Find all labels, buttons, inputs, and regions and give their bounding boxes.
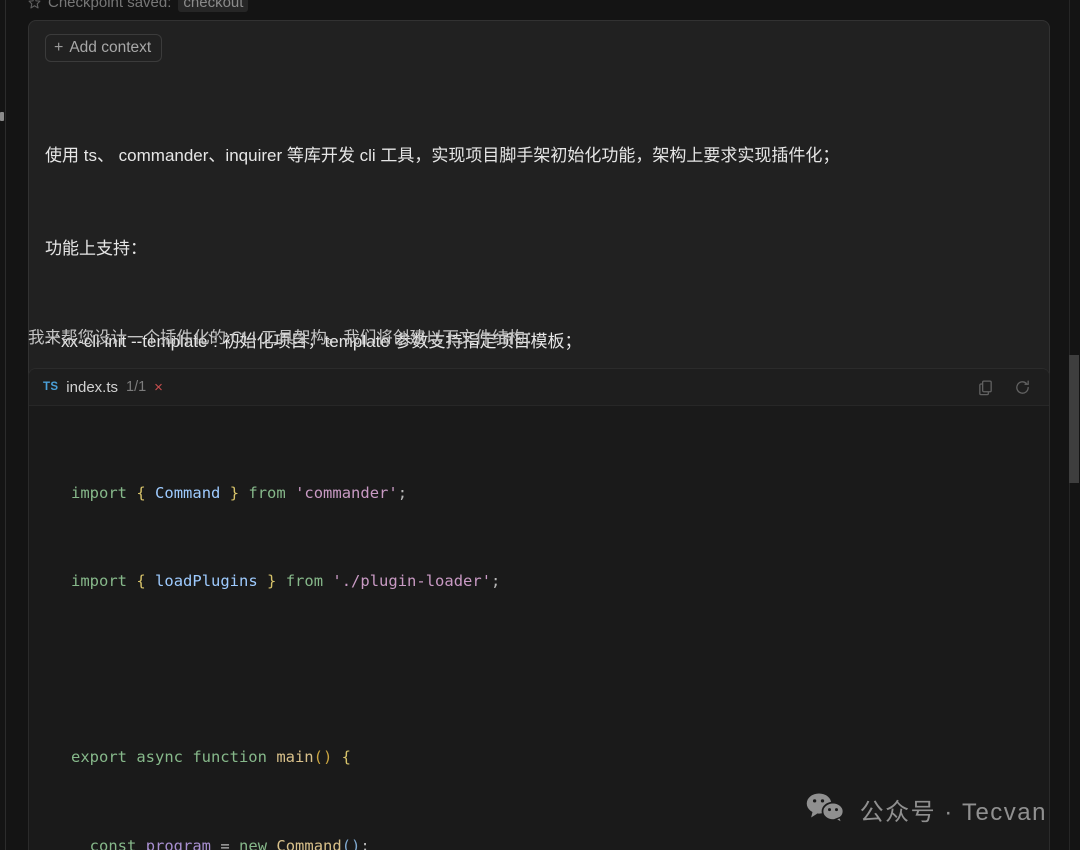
code-line: import { loadPlugins } from './plugin-lo…	[71, 572, 501, 591]
code-header-actions	[977, 379, 1031, 396]
plus-icon: +	[54, 39, 64, 56]
code-file-tab[interactable]: TS index.ts 1/1 ×	[43, 379, 163, 396]
code-line: import { Command } from 'commander';	[71, 483, 408, 502]
content-column: Checkpoint saved: checkout + Add context…	[6, 0, 1069, 850]
rail-position-marker	[0, 112, 4, 121]
code-content[interactable]: import { Command } from 'commander'; imp…	[29, 406, 1049, 850]
code-block-card: TS index.ts 1/1 × import { Command } fro…	[28, 368, 1050, 850]
typescript-icon: TS	[43, 381, 59, 393]
checkpoint-pill: checkout	[178, 0, 249, 12]
code-line: export async function main() {	[71, 748, 351, 767]
star-icon	[28, 0, 41, 9]
code-file-count: 1/1	[126, 379, 147, 395]
checkpoint-status: Checkpoint saved: checkout	[28, 0, 249, 12]
checkpoint-label: Checkpoint saved:	[48, 0, 172, 11]
copy-icon[interactable]	[977, 379, 994, 396]
code-file-name: index.ts	[66, 378, 118, 396]
add-context-button[interactable]: + Add context	[45, 34, 163, 62]
prompt-line: 使用 ts、 commander、inquirer 等库开发 cli 工具，实现…	[45, 146, 840, 165]
app-root: Checkpoint saved: checkout + Add context…	[0, 0, 1080, 850]
close-icon[interactable]: ×	[154, 380, 163, 395]
code-block-header: TS index.ts 1/1 ×	[29, 369, 1049, 406]
page-scrollbar-track[interactable]	[1069, 0, 1080, 850]
refresh-icon[interactable]	[1014, 379, 1031, 396]
page-scrollbar-thumb[interactable]	[1069, 355, 1079, 483]
add-context-label: Add context	[69, 39, 152, 57]
assistant-message: 我来帮您设计一个插件化的 CLI 工具架构。我们将创建以下文件结构：	[28, 329, 542, 347]
prompt-line: 功能上支持：	[45, 239, 147, 258]
code-line: const program = new Command();	[89, 836, 370, 850]
